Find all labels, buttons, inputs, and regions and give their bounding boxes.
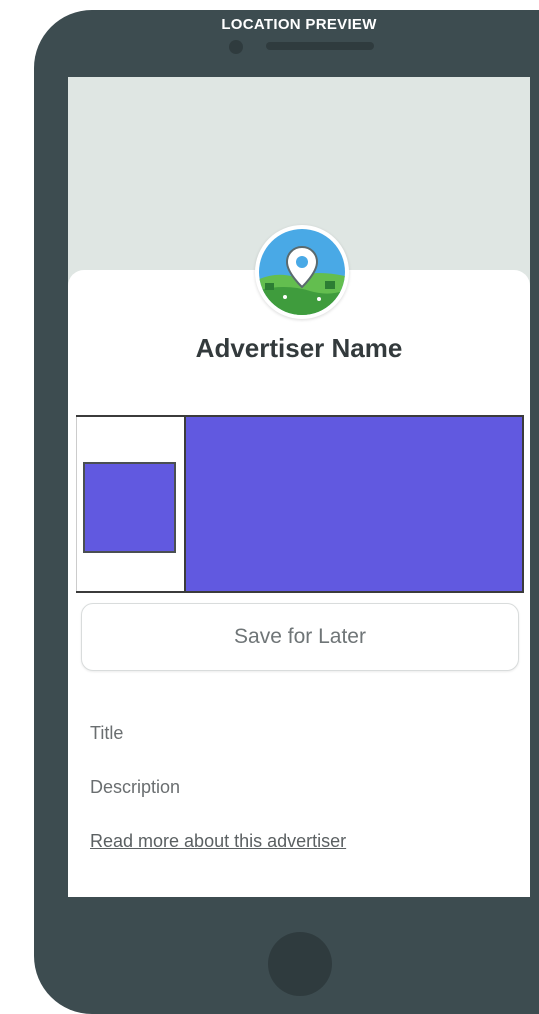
main-image[interactable] (184, 417, 524, 591)
advertiser-name: Advertiser Name (195, 333, 403, 363)
advertiser-avatar (255, 225, 349, 319)
read-more-link[interactable]: Read more about this advertiser (90, 831, 346, 852)
front-camera (229, 40, 243, 54)
thumbnail-pane (76, 417, 184, 591)
description-field: Description (90, 777, 181, 797)
map-pin-landscape-icon (257, 227, 347, 317)
screen-title: LOCATION PREVIEW (221, 16, 377, 33)
image-gallery (76, 415, 524, 593)
phone-screen: Advertiser Name Save for Later Title Des… (68, 77, 530, 897)
phone-speaker (266, 42, 374, 50)
home-button[interactable] (268, 932, 332, 996)
save-for-later-button[interactable]: Save for Later (81, 603, 519, 671)
image-thumbnail[interactable] (83, 462, 176, 553)
title-field: Title (90, 723, 124, 743)
